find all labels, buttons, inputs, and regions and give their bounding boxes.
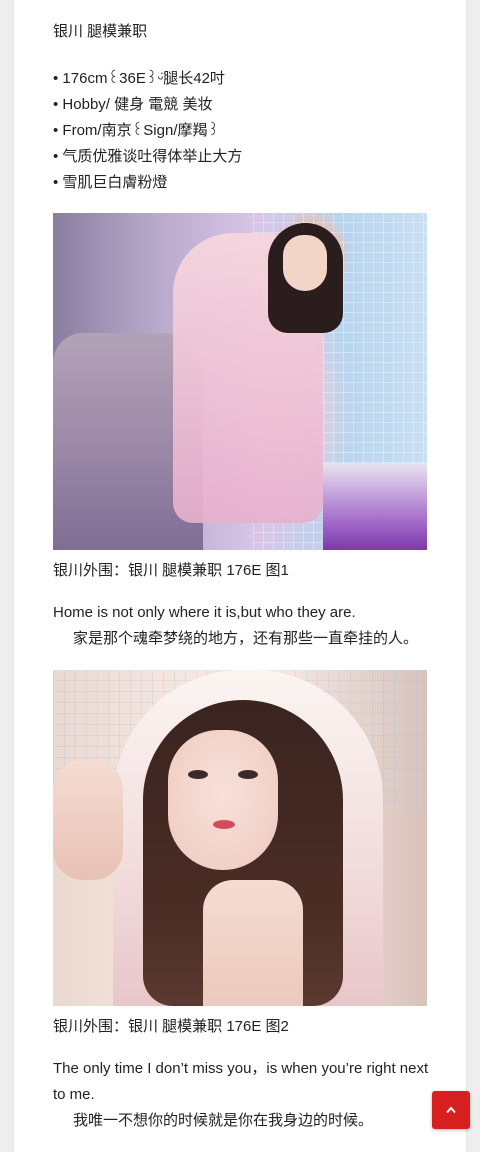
chevron-up-icon — [446, 1106, 456, 1114]
quote-chinese: 家是那个魂牵梦绕的地方，还有那些一直牵挂的人。 — [73, 630, 419, 647]
post-title: 银川 腿模兼职 — [53, 23, 148, 40]
photo-caption-1: 银川外围：银川 腿模兼职 176E 图1 — [53, 562, 289, 579]
profile-bullet-list: 176cm꒰36E꒱ᵕ̈腿长42吋 Hobby/ 健身 電競 美妆 From/南… — [53, 66, 242, 196]
bullet-item: Hobby/ 健身 電競 美妆 — [53, 92, 242, 118]
photo-caption-2: 银川外围：银川 腿模兼职 176E 图2 — [53, 1018, 289, 1035]
quote-paragraph-1: Home is not only where it is,but who the… — [53, 600, 433, 652]
bullet-item: From/南京꒰Sign/摩羯꒱ — [53, 118, 242, 144]
post-photo-2 — [53, 670, 427, 1006]
post-photo-1 — [53, 213, 427, 550]
quote-chinese: 我唯一不想你的时候就是你在我身边的时候。 — [73, 1112, 374, 1129]
bullet-item: 176cm꒰36E꒱ᵕ̈腿长42吋 — [53, 66, 242, 92]
quote-english: The only time I don’t miss you，is when y… — [53, 1060, 429, 1103]
back-to-top-button[interactable] — [432, 1091, 470, 1129]
quote-english: Home is not only where it is,but who the… — [53, 604, 356, 621]
quote-paragraph-2: The only time I don’t miss you，is when y… — [53, 1056, 433, 1134]
bullet-item: 气质优雅谈吐得体举止大方 — [53, 144, 242, 170]
bullet-item: 雪肌巨白膚粉燈 — [53, 170, 242, 196]
